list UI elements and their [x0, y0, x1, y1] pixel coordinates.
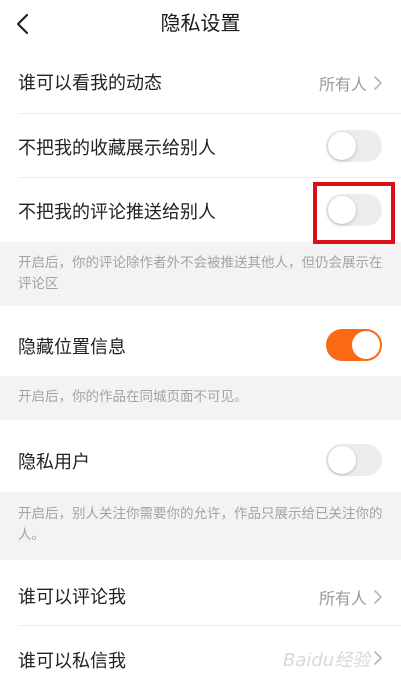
private-note-text: 开启后，别人关注你需要你的允许，作品只展示给已关注你的人。 [18, 506, 383, 543]
toggle-knob [328, 132, 356, 160]
row-who-can-comment-value-wrap: 所有人 [319, 585, 383, 609]
row-view-activity-value-wrap: 所有人 [319, 71, 383, 95]
chevron-right-icon [374, 651, 382, 665]
row-private-user: 隐私用户 [0, 428, 401, 492]
row-hide-location: 隐藏位置信息 [0, 314, 401, 376]
hide-favorites-toggle[interactable] [326, 130, 382, 162]
chevron-right-icon [374, 76, 382, 90]
watermark: Baidu经验 [283, 650, 371, 671]
row-view-activity[interactable]: 谁可以看我的动态 所有人 [0, 50, 401, 114]
row-who-can-comment-value: 所有人 [318, 589, 367, 608]
comments-note: 开启后，你的评论除作者外不会被推送其他人，但仍会展示在评论区 [0, 242, 401, 306]
row-view-activity-value: 所有人 [318, 75, 367, 94]
row-who-can-comment[interactable]: 谁可以评论我 所有人 [0, 564, 401, 626]
row-hide-location-label: 隐藏位置信息 [18, 337, 126, 358]
row-view-activity-label: 谁可以看我的动态 [18, 73, 162, 94]
row-private-user-label: 隐私用户 [18, 452, 90, 473]
row-who-can-message-label: 谁可以私信我 [18, 651, 126, 672]
highlight-box [313, 182, 395, 244]
row-who-can-comment-label: 谁可以评论我 [18, 587, 126, 608]
header-bar: 隐私设置 [0, 0, 401, 48]
toggle-knob [352, 331, 380, 359]
private-note: 开启后，别人关注你需要你的允许，作品只展示给已关注你的人。 [0, 492, 401, 560]
hide-location-toggle[interactable] [326, 329, 382, 361]
row-hide-comments-label: 不把我的评论推送给别人 [18, 202, 216, 223]
chevron-right-icon [374, 590, 382, 604]
location-note-text: 开启后，你的作品在同城页面不可见。 [18, 389, 248, 405]
row-hide-favorites: 不把我的收藏展示给别人 [0, 114, 401, 178]
private-user-toggle[interactable] [326, 444, 382, 476]
page-title: 隐私设置 [160, 11, 241, 35]
row-hide-favorites-label: 不把我的收藏展示给别人 [18, 138, 216, 159]
location-note: 开启后，你的作品在同城页面不可见。 [0, 376, 401, 420]
toggle-knob [328, 446, 356, 474]
comments-note-text: 开启后，你的评论除作者外不会被推送其他人，但仍会展示在评论区 [18, 255, 383, 292]
